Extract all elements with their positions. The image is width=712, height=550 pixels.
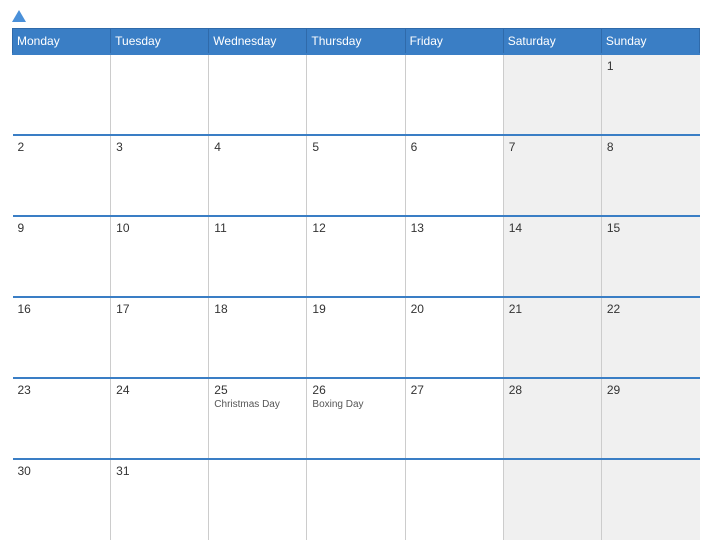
- calendar-day-cell: 30: [13, 459, 111, 540]
- calendar-day-cell: 2: [13, 135, 111, 216]
- calendar-day-cell: [405, 459, 503, 540]
- calendar-day-cell: 31: [111, 459, 209, 540]
- day-number: 31: [116, 464, 203, 478]
- calendar-header: [12, 10, 700, 22]
- day-number: 29: [607, 383, 695, 397]
- weekday-header-wednesday: Wednesday: [209, 29, 307, 55]
- day-number: 9: [18, 221, 106, 235]
- day-number: 17: [116, 302, 203, 316]
- calendar-day-cell: 29: [601, 378, 699, 459]
- day-number: 13: [411, 221, 498, 235]
- calendar-week-row: 2345678: [13, 135, 700, 216]
- day-number: 14: [509, 221, 596, 235]
- day-number: 5: [312, 140, 399, 154]
- calendar-day-cell: 22: [601, 297, 699, 378]
- day-event: Christmas Day: [214, 399, 301, 410]
- day-number: 26: [312, 383, 399, 397]
- calendar-day-cell: 15: [601, 216, 699, 297]
- calendar-day-cell: 13: [405, 216, 503, 297]
- calendar-day-cell: 16: [13, 297, 111, 378]
- calendar-day-cell: [111, 54, 209, 135]
- logo-triangle-icon: [12, 10, 26, 22]
- calendar-day-cell: [307, 459, 405, 540]
- day-number: 2: [18, 140, 106, 154]
- calendar-day-cell: [503, 459, 601, 540]
- calendar-day-cell: 9: [13, 216, 111, 297]
- calendar-day-cell: 8: [601, 135, 699, 216]
- day-number: 15: [607, 221, 695, 235]
- day-number: 11: [214, 221, 301, 235]
- weekday-header-friday: Friday: [405, 29, 503, 55]
- calendar-day-cell: 21: [503, 297, 601, 378]
- day-number: 4: [214, 140, 301, 154]
- calendar-day-cell: 11: [209, 216, 307, 297]
- logo: [12, 10, 102, 22]
- calendar-day-cell: [307, 54, 405, 135]
- day-number: 20: [411, 302, 498, 316]
- calendar-day-cell: 19: [307, 297, 405, 378]
- day-number: 24: [116, 383, 203, 397]
- calendar-day-cell: [209, 459, 307, 540]
- day-number: 28: [509, 383, 596, 397]
- calendar-day-cell: [209, 54, 307, 135]
- day-number: 27: [411, 383, 498, 397]
- calendar-day-cell: [601, 459, 699, 540]
- day-number: 19: [312, 302, 399, 316]
- calendar-day-cell: 6: [405, 135, 503, 216]
- calendar-week-row: 1: [13, 54, 700, 135]
- day-number: 8: [607, 140, 695, 154]
- calendar-day-cell: 25 Christmas Day: [209, 378, 307, 459]
- weekday-header-thursday: Thursday: [307, 29, 405, 55]
- day-number: 3: [116, 140, 203, 154]
- weekday-header-row: MondayTuesdayWednesdayThursdayFridaySatu…: [13, 29, 700, 55]
- calendar-day-cell: 23: [13, 378, 111, 459]
- calendar-day-cell: 14: [503, 216, 601, 297]
- calendar-day-cell: 1: [601, 54, 699, 135]
- calendar-day-cell: 27: [405, 378, 503, 459]
- day-number: 25: [214, 383, 301, 397]
- weekday-header-saturday: Saturday: [503, 29, 601, 55]
- day-number: 23: [18, 383, 106, 397]
- day-number: 10: [116, 221, 203, 235]
- day-number: 12: [312, 221, 399, 235]
- calendar-day-cell: 3: [111, 135, 209, 216]
- calendar-day-cell: [503, 54, 601, 135]
- calendar-day-cell: 17: [111, 297, 209, 378]
- calendar-day-cell: 7: [503, 135, 601, 216]
- calendar-day-cell: 5: [307, 135, 405, 216]
- calendar-day-cell: 28: [503, 378, 601, 459]
- calendar-day-cell: 18: [209, 297, 307, 378]
- day-number: 22: [607, 302, 695, 316]
- calendar-day-cell: 4: [209, 135, 307, 216]
- calendar-week-row: 16 17 18 19 20 21 22: [13, 297, 700, 378]
- day-number: 18: [214, 302, 301, 316]
- calendar-page: MondayTuesdayWednesdayThursdayFridaySatu…: [0, 0, 712, 550]
- calendar-table: MondayTuesdayWednesdayThursdayFridaySatu…: [12, 28, 700, 540]
- day-number: 21: [509, 302, 596, 316]
- calendar-week-row: 23 24 25 Christmas Day 26 Boxing Day 27 28 29: [13, 378, 700, 459]
- calendar-week-row: 30 31: [13, 459, 700, 540]
- calendar-day-cell: 20: [405, 297, 503, 378]
- weekday-header-tuesday: Tuesday: [111, 29, 209, 55]
- calendar-day-cell: 26 Boxing Day: [307, 378, 405, 459]
- day-number: 30: [18, 464, 106, 478]
- day-number: 16: [18, 302, 106, 316]
- calendar-day-cell: [405, 54, 503, 135]
- calendar-week-row: 9 10 11 12 13 14 15: [13, 216, 700, 297]
- day-number: 1: [607, 59, 695, 73]
- calendar-day-cell: 24: [111, 378, 209, 459]
- calendar-day-cell: 12: [307, 216, 405, 297]
- weekday-header-sunday: Sunday: [601, 29, 699, 55]
- weekday-header-monday: Monday: [13, 29, 111, 55]
- calendar-day-cell: 10: [111, 216, 209, 297]
- calendar-day-cell: [13, 54, 111, 135]
- day-number: 6: [411, 140, 498, 154]
- day-number: 7: [509, 140, 596, 154]
- day-event: Boxing Day: [312, 399, 399, 410]
